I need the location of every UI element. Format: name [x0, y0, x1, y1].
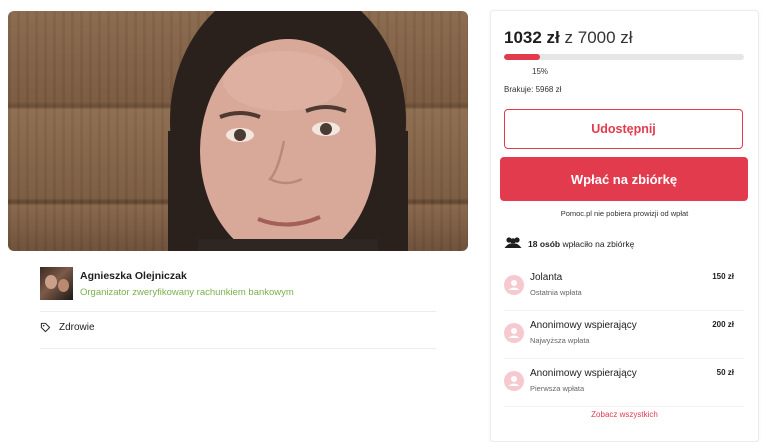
donate-button[interactable]: Wpłać na zbiórkę: [500, 157, 748, 201]
divider: [504, 406, 744, 407]
people-icon: [504, 237, 522, 251]
divider: [40, 311, 436, 312]
user-avatar-icon: [504, 371, 524, 391]
amount-raised: 1032 zł: [504, 28, 560, 47]
donor-amount: 150 zł: [712, 272, 734, 281]
organizer-avatar[interactable]: [40, 267, 73, 300]
donor-name: Anonimowy wspierający: [530, 320, 637, 331]
user-avatar-icon: [504, 323, 524, 343]
tag-icon: [40, 322, 51, 333]
amount-summary: 1032 zł z 7000 zł: [504, 28, 633, 48]
organizer-verified-label: Organizator zweryfikowany rachunkiem ban…: [80, 287, 294, 298]
divider: [504, 358, 744, 359]
donor-meta: Ostatnia wpłata: [530, 288, 582, 297]
see-all-link[interactable]: Zobacz wszystkich: [491, 410, 758, 419]
donor-meta: Najwyższa wpłata: [530, 336, 590, 345]
fee-note: Pomoc.pl nie pobiera prowizji od wpłat: [560, 209, 689, 218]
category-tag[interactable]: Zdrowie: [40, 322, 95, 333]
donation-panel: 1032 zł z 7000 zł 15% Brakuje: 5968 zł U…: [490, 10, 759, 442]
donor-item[interactable]: Anonimowy wspierający Najwyższa wpłata 2…: [504, 312, 744, 358]
category-label: Zdrowie: [59, 322, 95, 333]
progress-bar: [504, 54, 744, 60]
donor-item[interactable]: Jolanta Ostatnia wpłata 150 zł: [504, 264, 744, 310]
donor-name: Anonimowy wspierający: [530, 368, 637, 379]
progress-percent: 15%: [532, 67, 549, 76]
amount-separator: z: [564, 28, 574, 47]
donors-suffix: wpłaciło na zbiórkę: [562, 239, 635, 249]
progress-fill: [504, 54, 540, 60]
donors-summary: 18 osób wpłaciło na zbiórkę: [504, 237, 634, 251]
divider: [40, 348, 436, 349]
donors-count: 18 osób: [528, 239, 561, 249]
share-button[interactable]: Udostępnij: [504, 109, 743, 149]
amount-goal: 7000 zł: [577, 28, 633, 47]
user-avatar-icon: [504, 275, 524, 295]
missing-amount: Brakuje: 5968 zł: [504, 85, 562, 94]
donor-amount: 50 zł: [716, 368, 734, 377]
divider: [504, 310, 744, 311]
donor-amount: 200 zł: [712, 320, 734, 329]
donor-item[interactable]: Anonimowy wspierający Pierwsza wpłata 50…: [504, 360, 744, 406]
portrait-illustration: [168, 11, 408, 251]
donor-meta: Pierwsza wpłata: [530, 384, 585, 393]
fundraiser-photo: [8, 11, 468, 251]
organizer-name[interactable]: Agnieszka Olejniczak: [80, 270, 187, 282]
donor-name: Jolanta: [530, 272, 563, 283]
